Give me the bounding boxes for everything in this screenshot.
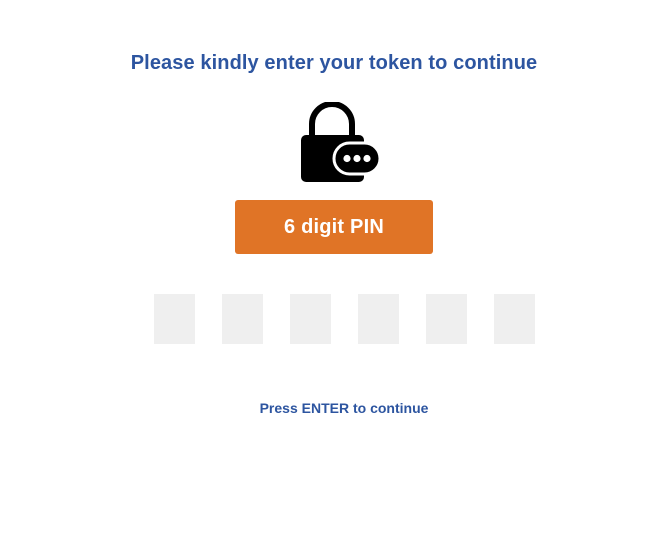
pin-input-group [154, 294, 536, 344]
pin-digit-2-input[interactable] [222, 294, 263, 344]
pin-digit-6-input[interactable] [494, 294, 535, 344]
pin-digit-1-input[interactable] [154, 294, 195, 344]
enter-hint-text: Press ENTER to continue [259, 400, 429, 416]
six-digit-pin-button[interactable]: 6 digit PIN [235, 200, 433, 254]
pin-digit-4-input[interactable] [358, 294, 399, 344]
pin-digit-3-input[interactable] [290, 294, 331, 344]
lock-icon [300, 101, 382, 184]
pin-digit-5-input[interactable] [426, 294, 467, 344]
page-title: Please kindly enter your token to contin… [130, 52, 538, 74]
